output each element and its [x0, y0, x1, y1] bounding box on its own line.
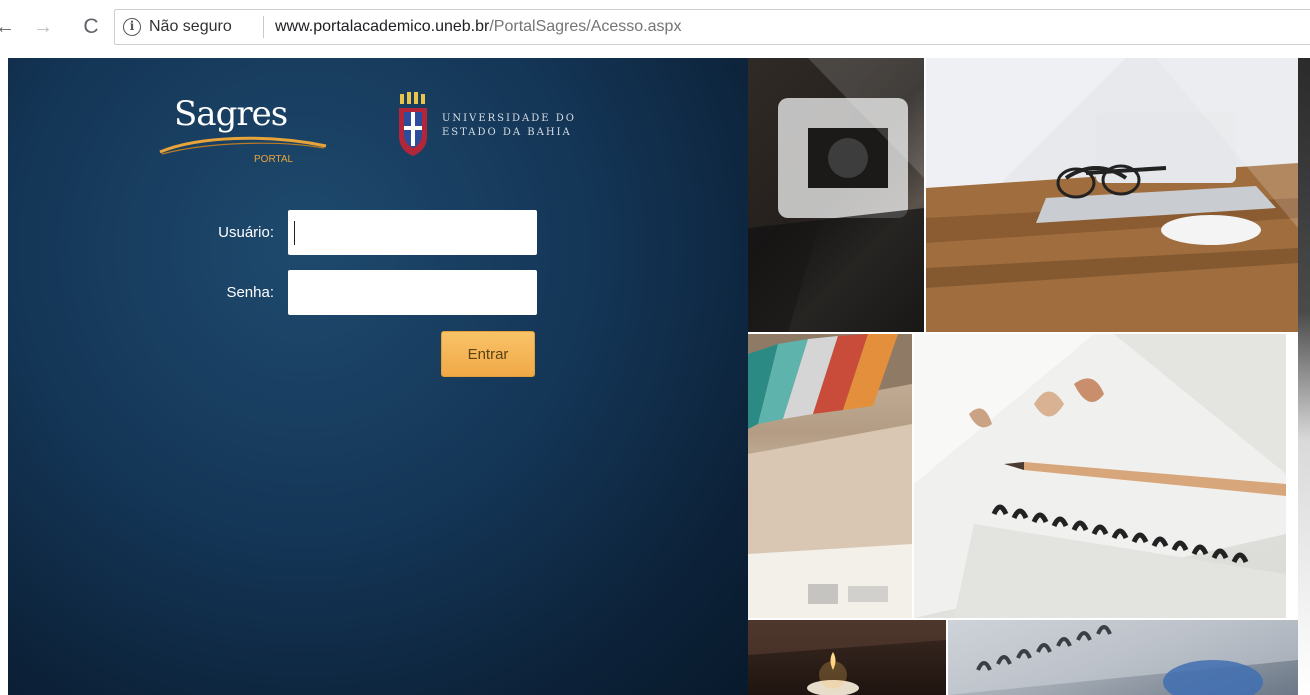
login-button[interactable]: Entrar — [441, 331, 535, 377]
sagres-portal-subtitle: PORTAL — [254, 154, 294, 165]
university-crest-icon — [399, 92, 427, 156]
text-caret — [294, 221, 295, 245]
url-host: www.portalacademico.uneb.br — [275, 18, 490, 35]
info-circle-icon[interactable]: i — [123, 18, 141, 36]
password-input[interactable] — [288, 270, 537, 315]
uneb-logo: UNIVERSIDADE DO ESTADO DA BAHIA — [396, 92, 616, 162]
forward-arrow-icon[interactable]: → — [32, 14, 54, 40]
security-status[interactable]: Não seguro — [149, 18, 232, 36]
edge-photo-strip — [1298, 58, 1310, 695]
username-label: Usuário: — [218, 224, 274, 241]
laptop-desk-photo — [926, 58, 1298, 332]
login-panel: Sagres PORTAL UNIVERSIDADE DO ESTADO DA … — [8, 58, 748, 695]
username-input[interactable] — [288, 210, 537, 255]
address-separator — [263, 16, 264, 38]
camera-photo — [748, 58, 924, 332]
books-photo-art — [748, 334, 912, 618]
username-row: Usuário: — [8, 210, 748, 256]
spiral-notebook-photo — [948, 620, 1298, 695]
university-name: UNIVERSIDADE DO ESTADO DA BAHIA — [442, 112, 576, 140]
university-name-line1: UNIVERSIDADE DO — [442, 113, 576, 124]
pencil-notebook-photo — [914, 334, 1286, 618]
candle-photo — [748, 620, 946, 695]
address-bar[interactable]: i Não seguro www.portalacademico.uneb.br… — [114, 9, 1310, 45]
reload-icon[interactable]: C — [80, 14, 102, 40]
candle-photo-art — [748, 620, 946, 695]
url-path: /PortalSagres/Acesso.aspx — [489, 18, 682, 35]
sagres-portal-logo: Sagres PORTAL — [158, 94, 328, 165]
spiral-photo-art — [948, 620, 1298, 695]
back-arrow-icon[interactable]: ← — [0, 14, 16, 40]
swoosh-icon — [159, 136, 327, 155]
password-label: Senha: — [226, 284, 274, 301]
pencil-photo-art — [914, 334, 1286, 618]
browser-toolbar: ← → C i Não seguro www.portalacademico.u… — [0, 0, 1310, 58]
university-name-line2: ESTADO DA BAHIA — [442, 127, 572, 138]
books-photo — [748, 334, 912, 618]
sagres-logo-text: Sagres — [174, 94, 288, 134]
camera-photo-art — [748, 58, 924, 332]
laptop-photo-art — [926, 58, 1298, 332]
url-text[interactable]: www.portalacademico.uneb.br/PortalSagres… — [275, 18, 681, 36]
password-row: Senha: — [8, 270, 748, 316]
photo-collage — [748, 58, 1310, 695]
